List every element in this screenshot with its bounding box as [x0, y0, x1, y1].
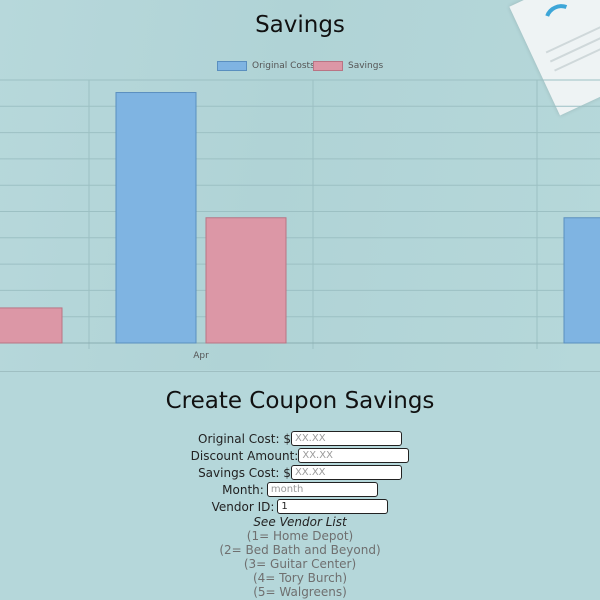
vendor-item-tory-burch[interactable]: (4= Tory Burch) [0, 571, 600, 585]
chart-legend: Original Costs Savings [0, 61, 600, 77]
bar-savings-mar [0, 307, 63, 344]
original-cost-row: Original Cost: $ [0, 431, 600, 446]
legend-item-savings[interactable]: Savings [313, 61, 383, 71]
bar-original-costs-jun [563, 217, 600, 344]
vendor-list-header: See Vendor List [253, 515, 347, 529]
vendor-item-walgreens[interactable]: (5= Walgreens) [0, 585, 600, 599]
original-cost-input[interactable] [290, 431, 402, 446]
x-tick-label-apr: Apr [193, 351, 209, 361]
chart-title: Savings [255, 12, 345, 38]
bar-original-costs-apr [115, 92, 197, 344]
discount-amount-label: Discount Amount: [190, 448, 299, 463]
bar-savings-apr [205, 217, 287, 344]
savings-cost-label: Savings Cost: $ [198, 465, 291, 480]
legend-item-original-costs[interactable]: Original Costs [217, 61, 315, 71]
legend-swatch-original-costs [217, 61, 247, 71]
legend-swatch-savings [313, 61, 343, 71]
savings-chart: AprJun [0, 79, 600, 361]
legend-label-original-costs: Original Costs [252, 61, 315, 71]
vendor-item-home-depot[interactable]: (1= Home Depot) [0, 529, 600, 543]
month-row: Month: [0, 482, 600, 497]
section-divider [0, 371, 600, 372]
month-label: Month: [222, 482, 264, 497]
vendor-id-label: Vendor ID: [211, 499, 275, 514]
form-title: Create Coupon Savings [165, 388, 435, 414]
discount-amount-input[interactable] [298, 448, 410, 463]
vendor-item-bed-bath-beyond[interactable]: (2= Bed Bath and Beyond) [0, 543, 600, 557]
vendor-id-row: Vendor ID: [0, 499, 600, 514]
legend-label-savings: Savings [348, 61, 384, 71]
discount-amount-row: Discount Amount: [0, 448, 600, 463]
month-input[interactable] [266, 482, 378, 497]
savings-cost-row: Savings Cost: $ [0, 465, 600, 480]
vendor-id-input[interactable] [277, 499, 389, 514]
original-cost-label: Original Cost: $ [198, 431, 291, 446]
vendor-item-guitar-center[interactable]: (3= Guitar Center) [0, 557, 600, 571]
savings-cost-input[interactable] [290, 465, 402, 480]
